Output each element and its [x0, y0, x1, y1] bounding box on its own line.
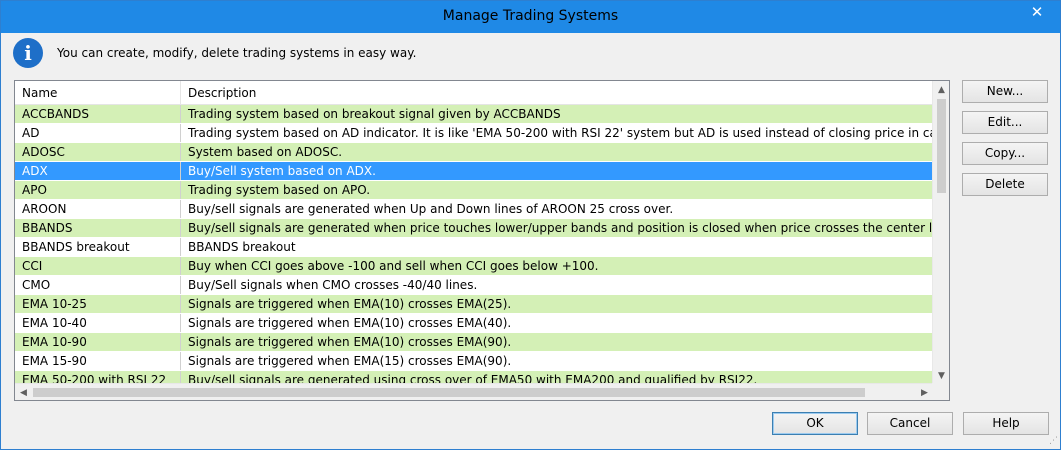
- column-header-name[interactable]: Name: [15, 81, 181, 105]
- cell-description: Signals are triggered when EMA(10) cross…: [188, 335, 512, 349]
- vertical-scrollbar[interactable]: ▲ ▼: [932, 81, 949, 384]
- cell-name: AROON: [15, 200, 181, 218]
- cell-name: EMA 10-90: [15, 333, 181, 351]
- cell-description: BBANDS breakout: [188, 240, 296, 254]
- cell-name: AD: [15, 124, 181, 142]
- table-row[interactable]: CMO Buy/Sell signals when CMO crosses -40…: [15, 276, 933, 295]
- cell-name: BBANDS: [15, 219, 181, 237]
- cell-description: Trading system based on AD indicator. It…: [188, 126, 933, 140]
- window-title: Manage Trading Systems: [442, 8, 619, 24]
- cell-name: CCI: [15, 257, 181, 275]
- manage-trading-systems-dialog: Manage Trading Systems ✕ i You can creat…: [0, 0, 1061, 450]
- vertical-scroll-thumb[interactable]: [937, 99, 946, 193]
- copy-button[interactable]: Copy...: [962, 142, 1048, 165]
- close-icon[interactable]: ✕: [1014, 1, 1060, 23]
- table-row[interactable]: BBANDS Buy/sell signals are generated whe…: [15, 219, 933, 238]
- cell-description: Signals are triggered when EMA(10) cross…: [188, 316, 512, 330]
- table-row[interactable]: AROON Buy/sell signals are generated when…: [15, 200, 933, 219]
- cell-name: CMO: [15, 276, 181, 294]
- cell-description: Buy/Sell system based on ADX.: [188, 164, 376, 178]
- cell-name: EMA 10-25: [15, 295, 181, 313]
- column-header-description[interactable]: Description: [181, 81, 933, 105]
- scroll-down-icon[interactable]: ▼: [933, 367, 949, 384]
- table-row[interactable]: APO Trading system based on APO.: [15, 181, 933, 200]
- cell-description: Signals are triggered when EMA(15) cross…: [188, 354, 512, 368]
- cell-description: Buy/sell signals are generated when pric…: [188, 221, 933, 235]
- cell-name: EMA 15-90: [15, 352, 181, 370]
- horizontal-scroll-thumb[interactable]: [33, 388, 865, 397]
- cell-description: System based on ADOSC.: [188, 145, 343, 159]
- cell-description: Trading system based on APO.: [188, 183, 371, 197]
- help-button[interactable]: Help: [963, 412, 1049, 435]
- table-row[interactable]: ACCBANDS Trading system based on breakout…: [15, 105, 933, 124]
- table-row[interactable]: EMA 15-90 Signals are triggered when EMA(…: [15, 352, 933, 371]
- trading-systems-table[interactable]: Name Description ACCBANDS Trading system …: [14, 80, 950, 401]
- table-body: ACCBANDS Trading system based on breakout…: [15, 105, 933, 384]
- cell-description: Trading system based on breakout signal …: [188, 107, 561, 121]
- cell-description: Buy/sell signals are generated when Up a…: [188, 202, 674, 216]
- cell-name: APO: [15, 181, 181, 199]
- cell-description: Buy/Sell signals when CMO crosses -40/40…: [188, 278, 478, 292]
- horizontal-scrollbar[interactable]: ◀ ▶: [15, 383, 933, 400]
- cell-name: ADOSC: [15, 143, 181, 161]
- info-message: You can create, modify, delete trading s…: [57, 46, 417, 60]
- table-row[interactable]: ADOSC System based on ADOSC.: [15, 143, 933, 162]
- info-icon: i: [13, 38, 43, 68]
- table-row[interactable]: EMA 10-90 Signals are triggered when EMA(…: [15, 333, 933, 352]
- title-bar[interactable]: Manage Trading Systems ✕: [1, 1, 1060, 33]
- cell-name: BBANDS breakout: [15, 238, 181, 256]
- delete-button[interactable]: Delete: [962, 173, 1048, 196]
- table-row[interactable]: AD Trading system based on AD indicator. …: [15, 124, 933, 143]
- scrollbar-corner: [932, 383, 949, 400]
- cancel-button[interactable]: Cancel: [867, 412, 953, 435]
- edit-button[interactable]: Edit...: [962, 111, 1048, 134]
- table-row[interactable]: ADX Buy/Sell system based on ADX.: [15, 162, 933, 181]
- ok-button[interactable]: OK: [772, 412, 858, 435]
- table-header: Name Description: [15, 81, 933, 105]
- table-row[interactable]: CCI Buy when CCI goes above -100 and sell…: [15, 257, 933, 276]
- scroll-up-icon[interactable]: ▲: [933, 81, 949, 98]
- table-row[interactable]: BBANDS breakout BBANDS breakout: [15, 238, 933, 257]
- table-row[interactable]: EMA 10-40 Signals are triggered when EMA(…: [15, 314, 933, 333]
- info-banner: i You can create, modify, delete trading…: [13, 37, 913, 69]
- resize-grip-icon[interactable]: ⋰: [1046, 435, 1058, 447]
- scroll-left-icon[interactable]: ◀: [15, 384, 32, 400]
- cell-description: Signals are triggered when EMA(10) cross…: [188, 297, 512, 311]
- table-row[interactable]: EMA 10-25 Signals are triggered when EMA(…: [15, 295, 933, 314]
- cell-name: ACCBANDS: [15, 105, 181, 123]
- new-button[interactable]: New...: [962, 80, 1048, 103]
- cell-name: ADX: [15, 162, 181, 180]
- cell-description: Buy when CCI goes above -100 and sell wh…: [188, 259, 599, 273]
- scroll-right-icon[interactable]: ▶: [916, 384, 933, 400]
- cell-name: EMA 10-40: [15, 314, 181, 332]
